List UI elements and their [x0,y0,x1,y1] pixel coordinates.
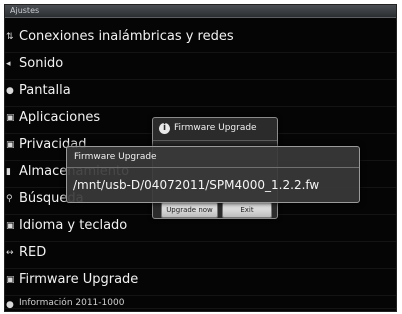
firmware-file-dialog: Firmware Upgrade /mnt/usb-D/04072011/SPM… [66,146,360,203]
privacy-icon: ▣ [6,140,15,150]
settings-item-sound[interactable]: ◂ Sonido [5,52,396,80]
settings-item-info[interactable]: ● Información 2011-1000 [5,281,396,310]
dialog-title: Firmware Upgrade [174,123,257,133]
settings-item-label: RED [19,245,47,260]
apps-icon: ▣ [6,113,15,123]
settings-item-label: Pantalla [19,83,71,98]
dialog-title-bar: i Firmware Upgrade [153,118,277,141]
settings-item-label: Sonido [19,56,64,71]
settings-item-wireless[interactable]: ⇅ Conexiones inalámbricas y redes [5,25,396,53]
display-icon: ● [6,86,14,96]
window-title: Ajustes [10,6,40,15]
wireless-icon: ⇅ [6,32,14,42]
file-dialog-title: Firmware Upgrade [74,152,157,162]
title-bar: Ajustes [5,5,396,18]
file-dialog-title-bar: Firmware Upgrade [67,147,359,168]
settings-item-label: Conexiones inalámbricas y redes [19,29,234,44]
settings-screen: Ajustes ⇅ Conexiones inalámbricas y rede… [4,4,397,312]
info-icon: i [159,123,170,134]
settings-item-label: Aplicaciones [19,110,101,125]
firmware-file-item[interactable]: /mnt/usb-D/04072011/SPM4000_1.2.2.fw [67,168,359,201]
settings-item-label: Información 2011-1000 [19,298,125,308]
settings-item-network[interactable]: ↔ RED [5,241,396,269]
search-icon: ⚲ [6,194,13,204]
info-icon: ● [6,300,14,310]
settings-item-label: Idioma y teclado [19,218,128,233]
network-icon: ↔ [6,248,14,258]
firmware-file-path: /mnt/usb-D/04072011/SPM4000_1.2.2.fw [73,178,320,192]
language-icon: ▣ [6,221,15,231]
exit-button[interactable]: Exit [222,202,272,218]
upgrade-now-button[interactable]: Upgrade now [161,202,218,218]
storage-icon: ▮ [6,167,11,177]
settings-item-display[interactable]: ● Pantalla [5,79,396,107]
speaker-icon: ◂ [6,59,11,69]
